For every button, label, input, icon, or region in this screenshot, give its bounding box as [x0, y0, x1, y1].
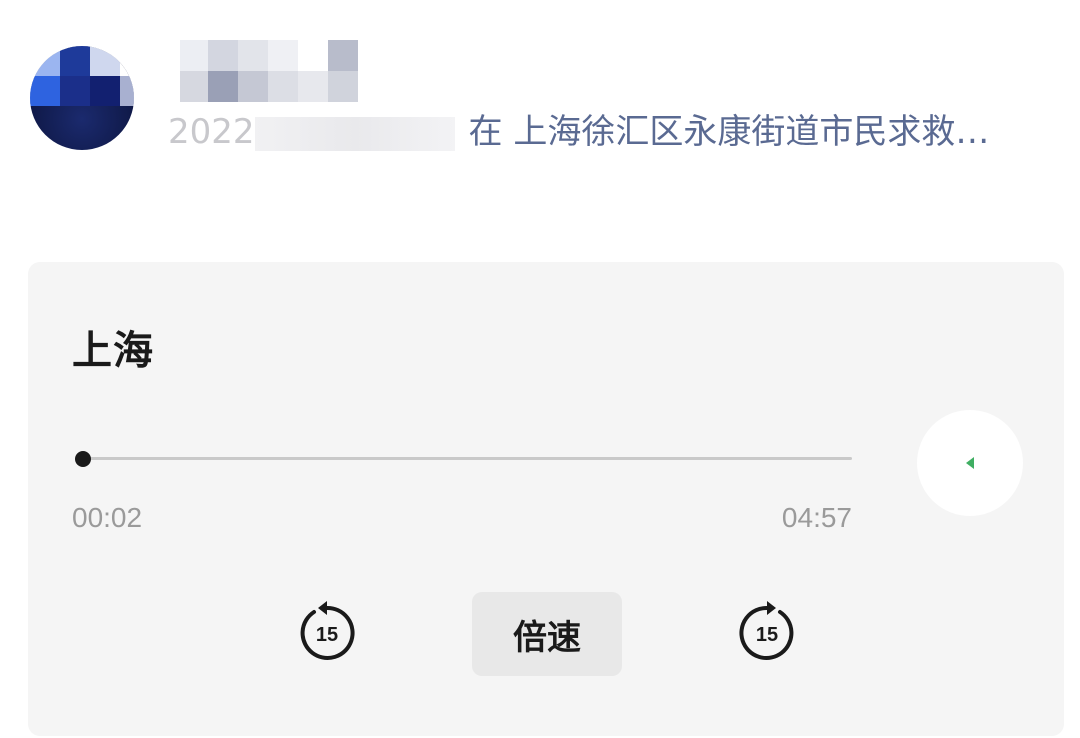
forward-15-icon: 15: [739, 601, 794, 660]
avatar-blurred-image: [30, 46, 134, 106]
play-icon: [966, 457, 974, 469]
skip-forward-seconds: 15: [756, 624, 778, 646]
post-date-redacted: [254, 116, 455, 151]
speed-label: 倍速: [513, 617, 581, 658]
skip-back-button[interactable]: 15: [292, 598, 362, 668]
post-date: 2022: [168, 112, 255, 152]
progress-thumb[interactable]: [75, 451, 92, 467]
avatar[interactable]: [30, 46, 134, 150]
audio-player-card: 上海 00:02 04:57 15 倍速 15: [28, 262, 1064, 736]
speed-button[interactable]: 倍速: [472, 592, 622, 676]
post-meta: 2022 在 上海徐汇区永康街道市民求救…: [168, 108, 989, 156]
audio-title: 上海: [72, 328, 154, 374]
current-time: 00:02: [72, 502, 143, 533]
replay-15-icon: 15: [300, 601, 355, 660]
progress-track[interactable]: [78, 457, 852, 460]
total-time: 04:57: [781, 502, 852, 533]
skip-back-seconds: 15: [316, 624, 338, 646]
play-button[interactable]: [917, 410, 1023, 516]
username-blurred: [180, 40, 358, 102]
skip-forward-button[interactable]: 15: [732, 598, 802, 668]
post-location-link[interactable]: 在 上海徐汇区永康街道市民求救…: [469, 112, 990, 152]
